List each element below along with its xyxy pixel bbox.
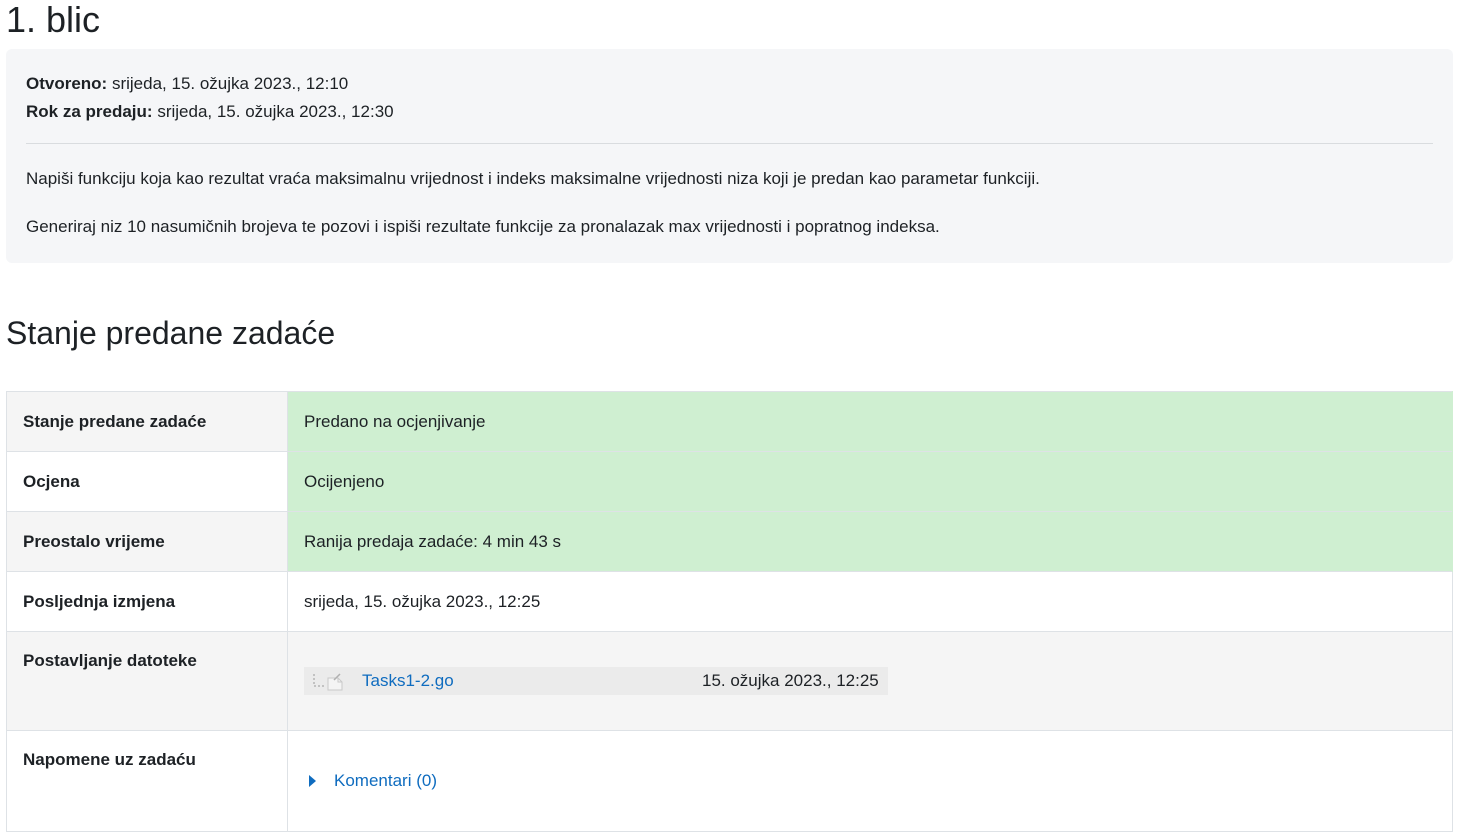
activity-info-box: Otvoreno: srijeda, 15. ožujka 2023., 12:… bbox=[6, 49, 1453, 263]
row-label: Preostalo vrijeme bbox=[6, 511, 288, 572]
description-paragraph: Generiraj niz 10 nasumičnih brojeva te p… bbox=[26, 217, 940, 236]
table-row-last-modified: Posljednja izmjena srijeda, 15. ožujka 2… bbox=[6, 571, 1453, 632]
grade-status-value: Ocijenjeno bbox=[287, 451, 1453, 512]
table-row-submission-status: Stanje predane zadaće Predano na ocjenji… bbox=[6, 391, 1453, 452]
submitted-file-link[interactable]: Tasks1-2.go bbox=[362, 667, 454, 695]
comments-link[interactable]: Komentari (0) bbox=[334, 769, 437, 793]
submitted-file-date: 15. ožujka 2023., 12:25 bbox=[702, 671, 879, 690]
assignment-page: 1. blic Otvoreno: srijeda, 15. ožujka 20… bbox=[0, 0, 1468, 834]
submission-status-table: Stanje predane zadaće Predano na ocjenji… bbox=[6, 391, 1453, 832]
comments-toggle[interactable]: Komentari (0) bbox=[304, 769, 1436, 793]
file-icon bbox=[313, 673, 343, 691]
row-label: Stanje predane zadaće bbox=[6, 391, 288, 452]
row-label: Ocjena bbox=[6, 451, 288, 512]
time-remaining-value: Ranija predaja zadaće: 4 min 43 s bbox=[287, 511, 1453, 572]
due-label: Rok za predaju: bbox=[26, 102, 153, 121]
row-label: Posljednja izmjena bbox=[6, 571, 288, 632]
table-row-grade: Ocjena Ocijenjeno bbox=[6, 451, 1453, 512]
submission-status-value: Predano na ocjenjivanje bbox=[287, 391, 1453, 452]
table-row-submission-comments: Napomene uz zadaću Komentari (0) bbox=[6, 730, 1453, 832]
caret-right-icon[interactable] bbox=[309, 775, 316, 787]
row-label: Postavljanje datoteke bbox=[6, 631, 288, 731]
page-title: 1. blic bbox=[6, 0, 101, 40]
table-row-file-submissions: Postavljanje datoteke Tasks1-2.go 15. ož… bbox=[6, 631, 1453, 731]
due-date-row: Rok za predaju: srijeda, 15. ožujka 2023… bbox=[26, 98, 1433, 126]
file-submissions-cell: Tasks1-2.go 15. ožujka 2023., 12:25 bbox=[287, 631, 1453, 731]
row-label: Napomene uz zadaću bbox=[6, 730, 288, 832]
submitted-file-row: Tasks1-2.go 15. ožujka 2023., 12:25 bbox=[304, 667, 888, 695]
due-value: srijeda, 15. ožujka 2023., 12:30 bbox=[157, 102, 394, 121]
opened-value: srijeda, 15. ožujka 2023., 12:10 bbox=[111, 74, 349, 93]
comments-cell: Komentari (0) bbox=[287, 730, 1453, 832]
opened-label: Otvoreno: bbox=[26, 74, 108, 93]
table-row-time-remaining: Preostalo vrijeme Ranija predaja zadaće:… bbox=[6, 511, 1453, 572]
opened-date-row: Otvoreno: srijeda, 15. ožujka 2023., 12:… bbox=[26, 70, 1433, 98]
info-divider bbox=[26, 143, 1433, 144]
submission-status-heading: Stanje predane zadaće bbox=[6, 315, 336, 351]
last-modified-value: srijeda, 15. ožujka 2023., 12:25 bbox=[287, 571, 1453, 632]
description-paragraph: Napiši funkciju koja kao rezultat vraća … bbox=[26, 169, 1040, 188]
